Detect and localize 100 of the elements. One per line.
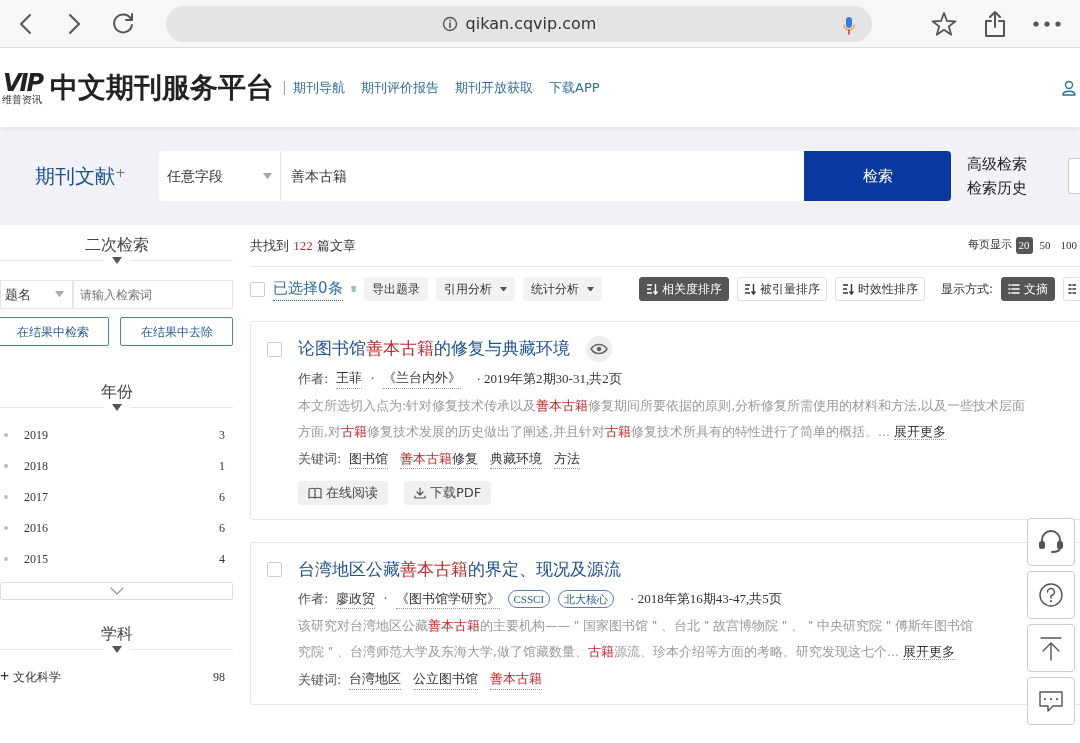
sort-icon [645,283,658,295]
expand-mark[interactable]: + [0,664,10,689]
search-button[interactable]: 检索 [804,151,951,201]
caret-icon [586,286,594,292]
url-text: qikan.cqvip.com [465,12,597,35]
select-all-checkbox[interactable] [250,281,265,297]
subject-filter[interactable]: 文化科学 [13,667,62,686]
preview-button[interactable] [586,336,612,362]
refine-field[interactable]: 请输入检索词 [73,280,233,309]
share-icon[interactable] [982,9,1008,38]
nav-link[interactable]: 期刊导航 [293,77,345,98]
toolbar-button[interactable]: 引用分析 [435,277,515,301]
page-size-option[interactable]: 100 [1057,237,1080,254]
chevron-down-icon [109,587,124,595]
search-link[interactable]: 高级检索 [967,152,1027,176]
keyword-link[interactable]: 善本古籍修复 [400,448,479,469]
result-count: 98 [213,668,225,686]
journal-link[interactable]: 《兰台内外》 [382,368,461,389]
result-title[interactable]: 台湾地区公藏善本古籍的界定、现况及源流 [298,557,621,583]
keyword-link[interactable]: 典藏环境 [490,448,543,469]
site-title: 中文期刊服务平台 [50,69,274,106]
expand-link[interactable]: 展开更多 [893,423,946,440]
float-button[interactable] [1027,624,1075,672]
result-title[interactable]: 论图书馆善本古籍的修复与典藏环境 [298,336,570,362]
more-icon[interactable] [1032,19,1062,28]
grid-icon [1068,284,1076,294]
result-count: 6 [219,519,225,537]
float-button[interactable] [1027,571,1075,619]
bullet-icon [4,432,8,437]
year-filter[interactable]: 2016 [24,518,48,537]
keywords-label: 关键词: [298,670,342,689]
search-link[interactable]: 检索历史 [967,176,1027,200]
abstract-line: 究院＂、台湾师范大学及东海大学,做了馆藏数量、古籍源流、珍本介绍等方面的考略。研究发现这七个... [298,644,899,659]
sort-button[interactable]: 被引量排序 [736,277,827,301]
address-bar[interactable]: qikan.cqvip.com [166,5,872,42]
user-icon[interactable] [1062,80,1076,97]
panel-edge [1068,158,1080,194]
bullet-icon [4,556,8,561]
toolbar-button[interactable]: 导出题录 [363,277,428,301]
list-icon [1008,284,1020,294]
page-size-option[interactable]: 20 [1015,237,1033,254]
separator-dot: · [370,369,375,388]
collapse-icon [111,257,122,264]
star-icon[interactable] [930,9,958,38]
toolbar-button[interactable]: 统计分析 [522,277,602,301]
sort-button[interactable]: 相关度排序 [638,277,729,301]
keywords-label: 关键词: [298,450,342,468]
refine-button[interactable]: 在结果中去除 [120,317,233,346]
float-button[interactable] [1027,677,1075,725]
nav-link[interactable]: 期刊评价报告 [361,77,439,98]
sort-icon [743,283,756,295]
issue-info: · 2018年第16期43-47,共5页 [630,590,782,608]
field-select[interactable]: 题名 [0,280,73,309]
result-checkbox[interactable] [267,341,282,357]
keyword-link[interactable]: 方法 [554,448,581,469]
site-logo[interactable]: VIP 维普资讯 [2,70,42,105]
year-filter[interactable]: 2019 [24,425,48,444]
keyword-link[interactable]: 台湾地区 [349,669,402,690]
sort-button[interactable]: 时效性排序 [834,277,925,301]
author-label: 作者: [298,590,329,608]
search-bar[interactable]: 任意字段 善本古籍 检索 [159,151,951,201]
selected-count-link[interactable]: 已选择0条 [273,277,343,301]
microphone-icon[interactable] [842,16,856,36]
caret-icon [499,286,507,292]
collapse-icon [111,404,122,411]
author-link[interactable]: 廖政贸 [336,588,376,609]
result-checkbox[interactable] [267,562,282,578]
field-select[interactable]: 任意字段 [159,151,281,201]
keyword-link[interactable]: 公立图书馆 [413,669,479,690]
year-filter[interactable]: 2018 [24,456,48,475]
info-icon [441,15,458,32]
abstract-line: 本文所选切入点为:针对修复技术传承以及善本古籍修复期间所要依据的原则,分析修复所需使用的材料和方法,以及一些技术层面 [298,397,1026,413]
journal-link[interactable]: 《图书馆学研究》 [395,588,500,609]
author-link[interactable]: 王菲 [336,368,363,389]
view-button[interactable]: 文摘 [1001,277,1055,301]
bullet-icon [4,494,8,499]
section-title: 学科 [99,623,134,645]
keyword-link[interactable]: 图书馆 [349,448,389,469]
result-count: 1 [219,457,225,475]
year-filter[interactable]: 2017 [24,487,48,506]
sort-icon [841,283,854,295]
nav-link[interactable]: 期刊开放获取 [455,77,533,98]
action-button[interactable]: 下载PDF [404,481,492,505]
page-size-option[interactable]: 50 [1036,237,1054,254]
refine-button[interactable]: 在结果中检索 [0,317,109,346]
bullet-icon [4,463,8,468]
category-label[interactable]: 期刊文献$^{+}$ [35,161,159,191]
search-field[interactable]: 善本古籍 [281,151,804,201]
section-title: 二次检索 [83,234,150,256]
abstract-line: 该研究对台湾地区公藏善本古籍的主要机构——＂国家图书馆＂、台北＂故宫博物院＂、＂中央研究院＂傅斯年图书馆 [298,618,973,633]
keyword-link[interactable]: 善本古籍 [490,669,543,690]
expand-link[interactable]: 展开更多 [902,644,955,660]
section-title: 年份 [99,381,134,403]
book-icon [308,487,322,499]
action-button[interactable]: 在线阅读 [298,481,388,505]
nav-link[interactable]: 下载APP [549,77,600,98]
result-count: 3 [219,426,225,444]
float-button[interactable] [1027,518,1075,566]
view-button[interactable] [1063,277,1080,301]
year-filter[interactable]: 2015 [24,549,48,568]
